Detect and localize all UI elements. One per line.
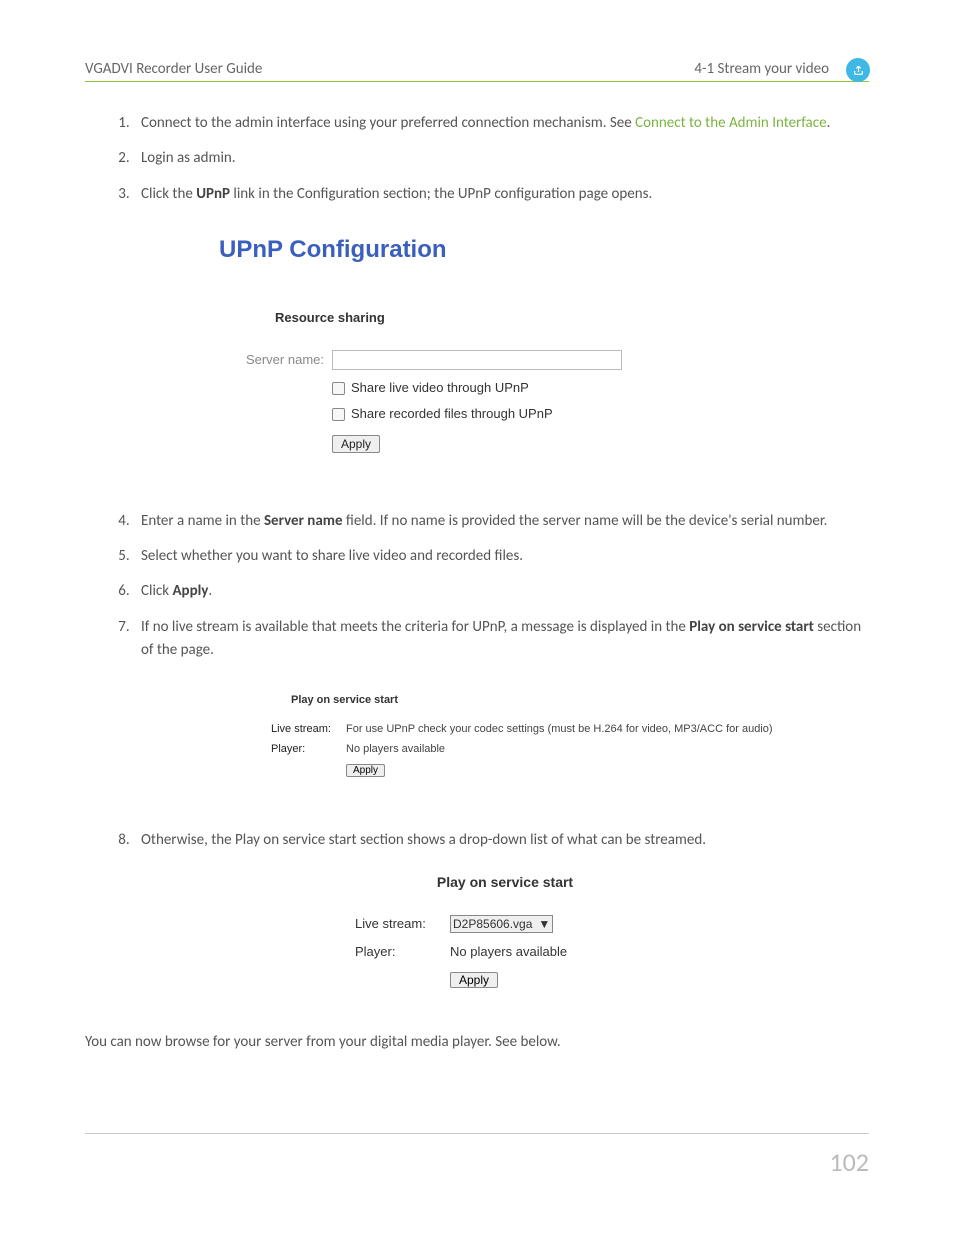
step-3-text-a: Click the (141, 185, 196, 203)
page-number: 102 (829, 1146, 869, 1178)
step-8-text: Otherwise, the Play on service start sec… (141, 831, 706, 849)
step-1-text-a: Connect to the admin interface using you… (141, 114, 635, 132)
server-name-input[interactable] (332, 350, 622, 370)
closing-text: You can now browse for your server from … (85, 1031, 869, 1054)
live-stream-label-1: Live stream: (271, 721, 346, 738)
step-3-bold: UPnP (196, 185, 230, 203)
step-5: Select whether you want to share live vi… (133, 545, 869, 568)
apply-button-3[interactable]: Apply (450, 972, 498, 988)
step-7: If no live stream is available that meet… (133, 616, 869, 780)
step-6-bold: Apply (172, 582, 208, 600)
play-service-no-stream-figure: Play on service start Live stream: For u… (271, 692, 869, 779)
step-4: Enter a name in the Server name field. I… (133, 510, 869, 533)
step-2: Login as admin. (133, 147, 869, 170)
resource-sharing-heading: Resource sharing (275, 308, 869, 328)
section-title: 4-1 Stream your video (694, 60, 829, 78)
live-stream-label-2: Live stream: (355, 914, 450, 934)
footer: 102 (85, 1133, 869, 1178)
step-6-text-b: . (208, 582, 212, 600)
server-name-label: Server name: (219, 350, 324, 370)
share-icon[interactable] (846, 58, 870, 82)
step-3: Click the UPnP link in the Configuration… (133, 183, 869, 455)
play-service-heading-1: Play on service start (291, 692, 869, 709)
step-1-text-b: . (827, 114, 831, 132)
play-service-dropdown-figure: Play on service start Live stream: D2P85… (355, 872, 655, 990)
player-label-2: Player: (355, 942, 450, 962)
live-stream-select[interactable]: D2P85606.vga ▼ (450, 915, 553, 933)
player-val-2: No players available (450, 942, 567, 962)
live-stream-msg: For use UPnP check your codec settings (… (346, 721, 773, 738)
step-4-text-a: Enter a name in the (141, 512, 264, 530)
step-7-text-a: If no live stream is available that meet… (141, 618, 689, 636)
apply-button[interactable]: Apply (332, 435, 380, 453)
chevron-down-icon: ▼ (538, 915, 550, 934)
share-recorded-files-checkbox[interactable] (332, 408, 345, 421)
connect-admin-link[interactable]: Connect to the Admin Interface (635, 114, 826, 132)
share-live-video-checkbox[interactable] (332, 382, 345, 395)
play-service-heading-2: Play on service start (355, 872, 655, 894)
apply-button-2[interactable]: Apply (346, 764, 385, 777)
doc-title: VGADVI Recorder User Guide (85, 60, 262, 78)
step-6: Click Apply. (133, 580, 869, 603)
player-val-1: No players available (346, 741, 445, 758)
step-4-text-b: field. If no name is provided the server… (343, 512, 828, 530)
step-4-bold: Server name (264, 512, 343, 530)
player-label-1: Player: (271, 741, 346, 758)
share-live-video-label: Share live video through UPnP (351, 378, 529, 398)
step-3-text-b: link in the Configuration section; the U… (230, 185, 652, 203)
step-8: Otherwise, the Play on service start sec… (133, 829, 869, 990)
step-6-text-a: Click (141, 582, 172, 600)
upnp-heading: UPnP Configuration (219, 231, 869, 268)
instruction-list: Connect to the admin interface using you… (85, 112, 869, 991)
live-stream-select-value: D2P85606.vga (453, 915, 532, 934)
page-header: VGADVI Recorder User Guide 4-1 Stream yo… (85, 60, 869, 82)
upnp-config-figure: UPnP Configuration Resource sharing Serv… (219, 231, 869, 455)
step-7-bold: Play on service start (689, 618, 814, 636)
step-1: Connect to the admin interface using you… (133, 112, 869, 135)
share-recorded-files-label: Share recorded files through UPnP (351, 404, 553, 424)
